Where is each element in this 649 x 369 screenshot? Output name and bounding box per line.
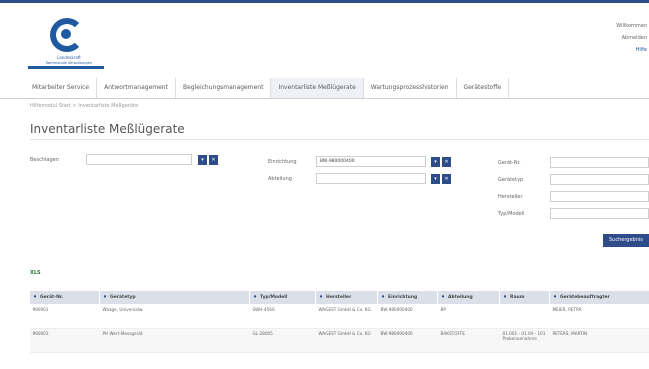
search-button-group: ▾ ✕ xyxy=(198,155,218,165)
brand-logo[interactable]: Landeskraft Kommunale Verwaltungen xyxy=(28,18,108,70)
export-xls-icon[interactable]: XLS xyxy=(30,270,41,276)
logo-underline xyxy=(28,66,104,69)
cell-device-type: PH Wert-Messgerät xyxy=(99,328,250,353)
breadcrumb[interactable]: Hilfemodul Start > Inventarliste Meßgerä… xyxy=(30,103,138,109)
type-label: Typ/Modell xyxy=(498,211,525,217)
welcome-text: Willkommen xyxy=(616,23,647,29)
col-header-room[interactable]: ♦ Raum xyxy=(499,290,550,305)
serial-label: Gerät-Nr. xyxy=(498,160,521,166)
cell-department: BAKSTOFFE xyxy=(437,328,500,353)
nav-item-mitarbeiter-service[interactable]: Mitarbeiter Service xyxy=(25,78,98,98)
nav-item-wartungsprozesshistorien[interactable]: Wartungsprozesshistorien xyxy=(364,78,457,98)
user-menu: Willkommen Abmelden Hilfe xyxy=(616,20,647,56)
pick-icon[interactable]: ▾ xyxy=(431,157,440,167)
clear-icon[interactable]: ✕ xyxy=(209,155,218,165)
dept-button-group: ▾ ✕ xyxy=(431,174,451,184)
table-header-row: ♦ Gerät-Nr. ♦ Gerätetyp ♦ Typ/Modell ♦ Herst… xyxy=(29,290,649,305)
col-header-device-type[interactable]: ♦ Gerätetyp xyxy=(99,290,250,305)
search-label: Beschlagen xyxy=(30,157,59,163)
nav-item-geraetestoffe[interactable]: Gerätestoffe xyxy=(457,78,510,98)
producer-field[interactable] xyxy=(550,191,649,202)
clear-icon[interactable]: ✕ xyxy=(442,157,451,167)
dept-label: Abteilung xyxy=(268,176,292,182)
col-header-manufacturer[interactable]: ♦ Hersteller xyxy=(315,290,378,305)
inventory-table: ♦ Gerät-Nr. ♦ Gerätetyp ♦ Typ/Modell ♦ Herst… xyxy=(29,290,649,353)
nav-item-inventarliste[interactable]: Inventarliste Meßlügerate xyxy=(271,78,364,98)
col-header-model[interactable]: ♦ Typ/Modell xyxy=(249,290,316,305)
cell-serial[interactable]: 990001 xyxy=(29,304,100,329)
pick-icon[interactable]: ▾ xyxy=(431,174,440,184)
help-link[interactable]: Hilfe xyxy=(616,44,647,56)
nav-item-begleichungsmanagement[interactable]: Begleichungsmanagement xyxy=(176,78,272,98)
col-header-serial[interactable]: ♦ Gerät-Nr. xyxy=(29,290,100,305)
top-accent-bar xyxy=(0,0,649,3)
device-label: Einrichtung xyxy=(268,159,297,165)
maker-label: Gerätetyp xyxy=(498,177,524,183)
dept-field[interactable] xyxy=(316,173,426,184)
cell-facility: BW-980000400 xyxy=(377,328,438,353)
title-divider xyxy=(30,139,649,140)
nav-item-antwortmanagement[interactable]: Antwortmanagement xyxy=(97,78,176,98)
cell-device-type: Waage, Universalw. xyxy=(99,304,250,329)
cell-model: SWH-4560 xyxy=(249,304,316,329)
brand-subtitle: Kommunale Verwaltungen xyxy=(46,61,92,65)
brand-name: Landeskraft xyxy=(57,55,81,60)
cell-owner: PETERS, MARTIN xyxy=(549,328,649,353)
page-title: Inventarliste Meßlügerate xyxy=(30,122,185,136)
col-header-department[interactable]: ♦ Abteilung xyxy=(437,290,500,305)
cell-model: GL-28005 xyxy=(249,328,316,353)
type-field[interactable] xyxy=(550,208,649,219)
producer-label: Hersteller xyxy=(498,194,523,200)
maker-field[interactable] xyxy=(550,174,649,185)
cell-serial[interactable]: 990003 xyxy=(29,328,100,353)
device-field[interactable]: BW-980000400 xyxy=(316,156,426,167)
nav-divider xyxy=(0,98,649,99)
cell-department: BP xyxy=(437,304,500,329)
cell-room xyxy=(499,304,550,329)
cell-facility: BW-980000400 xyxy=(377,304,438,329)
logout-link[interactable]: Abmelden xyxy=(616,32,647,44)
serial-field[interactable] xyxy=(550,157,649,168)
col-header-facility[interactable]: ♦ Einrichtung xyxy=(377,290,438,305)
pick-icon[interactable]: ▾ xyxy=(198,155,207,165)
table-row[interactable]: 990003 PH Wert-Messgerät GL-28005 WAGEST… xyxy=(29,328,649,353)
table-row[interactable]: 990001 Waage, Universalw. SWH-4560 WAGES… xyxy=(29,304,649,329)
cell-room: 01.001 - 01.04 - 101 Probenannahme xyxy=(499,328,550,353)
cell-owner: MEIER, PETRA xyxy=(549,304,649,329)
main-navigation: Mitarbeiter Service Antwortmanagement Be… xyxy=(25,78,649,98)
logo-dot-icon xyxy=(61,29,71,39)
cell-manufacturer: WAGEST GmbH & Co. KG xyxy=(315,328,378,353)
device-button-group: ▾ ✕ xyxy=(431,157,451,167)
cell-manufacturer: WAGEST GmbH & Co. KG xyxy=(315,304,378,329)
search-input[interactable] xyxy=(86,154,192,165)
search-button[interactable]: Suchergebnis xyxy=(603,234,649,247)
clear-icon[interactable]: ✕ xyxy=(442,174,451,184)
col-header-owner[interactable]: ♦ Gerätebeauftragter xyxy=(549,290,649,305)
